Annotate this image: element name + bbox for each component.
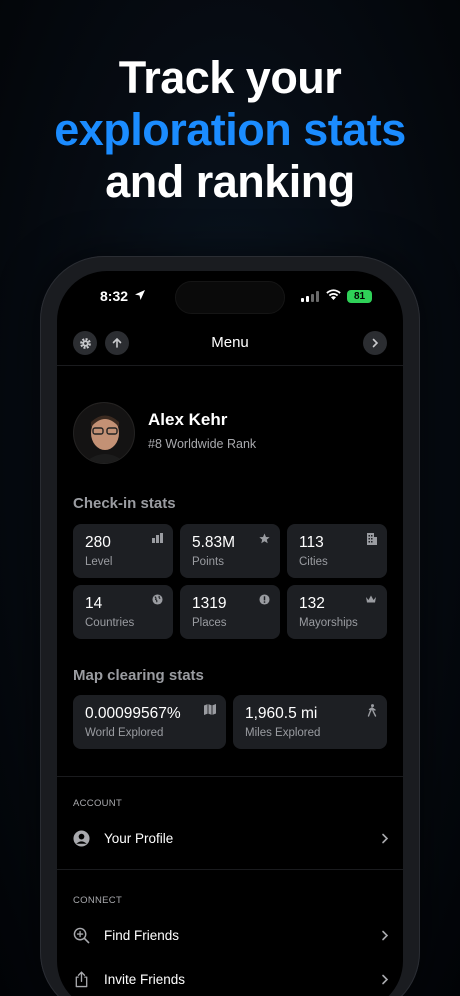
stat-value: 113 — [299, 534, 324, 551]
nav-divider — [57, 365, 403, 366]
battery-indicator: 81 — [347, 290, 372, 303]
nav-bar: Menu — [57, 326, 403, 360]
battery-level: 81 — [353, 291, 366, 302]
map-clearing-title: Map clearing stats — [73, 667, 204, 684]
bar-chart-icon — [152, 533, 163, 543]
stat-card-world-explored[interactable]: 0.00099567% World Explored — [73, 695, 226, 749]
share-icon — [75, 971, 88, 988]
dynamic-island — [175, 281, 285, 314]
stat-label: Countries — [85, 617, 135, 629]
section-divider — [57, 776, 403, 777]
stat-card-cities[interactable]: 113 Cities — [287, 524, 387, 578]
headline-line-3: and ranking — [105, 156, 355, 207]
menu-item-find-friends[interactable]: Find Friends — [73, 919, 389, 953]
stat-value: 5.83M — [192, 534, 236, 551]
section-divider — [57, 869, 403, 870]
chevron-right-icon — [382, 833, 389, 844]
globe-icon — [152, 594, 163, 605]
star-icon — [259, 533, 270, 544]
building-icon — [367, 533, 377, 545]
stat-card-level[interactable]: 280 Level — [73, 524, 173, 578]
chevron-right-icon — [382, 930, 389, 941]
map-icon — [204, 704, 216, 715]
status-time: 8:32 — [100, 288, 129, 304]
stat-card-countries[interactable]: 14 Countries — [73, 585, 173, 639]
connect-section-label: CONNECT — [73, 895, 123, 906]
menu-item-label: Invite Friends — [104, 972, 186, 987]
stat-label: World Explored — [85, 727, 164, 739]
chevron-right-icon — [372, 338, 379, 348]
stat-label: Points — [192, 556, 224, 568]
phone-screen: 8:32 81 Menu Alex Kehr #8 Worldwide Rank… — [57, 271, 403, 996]
stat-value: 1,960.5 mi — [245, 705, 318, 722]
cellular-signal-icon — [301, 291, 319, 302]
headline-line-2: exploration stats — [54, 104, 406, 155]
stat-value: 0.00099567% — [85, 705, 181, 722]
menu-item-label: Your Profile — [104, 831, 174, 846]
forward-button[interactable] — [363, 331, 387, 355]
chevron-right-icon — [382, 974, 389, 985]
wifi-icon — [326, 289, 341, 300]
stat-value: 280 — [85, 534, 111, 551]
menu-item-label: Find Friends — [104, 928, 180, 943]
stat-value: 14 — [85, 595, 103, 612]
crown-icon — [366, 595, 376, 603]
stat-card-points[interactable]: 5.83M Points — [180, 524, 280, 578]
profile-rank: #8 Worldwide Rank — [148, 437, 257, 451]
stat-label: Mayorships — [299, 617, 358, 629]
stat-label: Places — [192, 617, 227, 629]
search-plus-icon — [73, 927, 90, 944]
stat-label: Miles Explored — [245, 727, 321, 739]
avatar — [73, 402, 135, 464]
menu-item-your-profile[interactable]: Your Profile — [73, 822, 389, 856]
info-icon — [259, 594, 270, 605]
stat-label: Cities — [299, 556, 328, 568]
profile-header[interactable]: Alex Kehr #8 Worldwide Rank — [73, 402, 393, 466]
stat-label: Level — [85, 556, 113, 568]
status-bar: 8:32 81 — [57, 271, 403, 321]
menu-item-invite-friends[interactable]: Invite Friends — [73, 963, 389, 996]
stat-value: 132 — [299, 595, 325, 612]
stat-card-miles-explored[interactable]: 1,960.5 mi Miles Explored — [233, 695, 387, 749]
stat-card-mayorships[interactable]: 132 Mayorships — [287, 585, 387, 639]
phone-frame: 8:32 81 Menu Alex Kehr #8 Worldwide Rank… — [40, 256, 420, 996]
account-section-label: ACCOUNT — [73, 798, 123, 809]
stat-value: 1319 — [192, 595, 227, 612]
stat-card-places[interactable]: 1319 Places — [180, 585, 280, 639]
page-title: Menu — [211, 334, 249, 351]
avatar-portrait — [74, 403, 134, 463]
headline: Track your exploration stats and ranking — [0, 52, 460, 208]
walking-icon — [367, 704, 377, 717]
headline-line-1: Track your — [118, 52, 342, 103]
location-arrow-icon — [135, 290, 145, 300]
profile-name: Alex Kehr — [148, 410, 228, 429]
profile-icon — [73, 830, 90, 847]
checkin-stats-title: Check-in stats — [73, 495, 176, 512]
